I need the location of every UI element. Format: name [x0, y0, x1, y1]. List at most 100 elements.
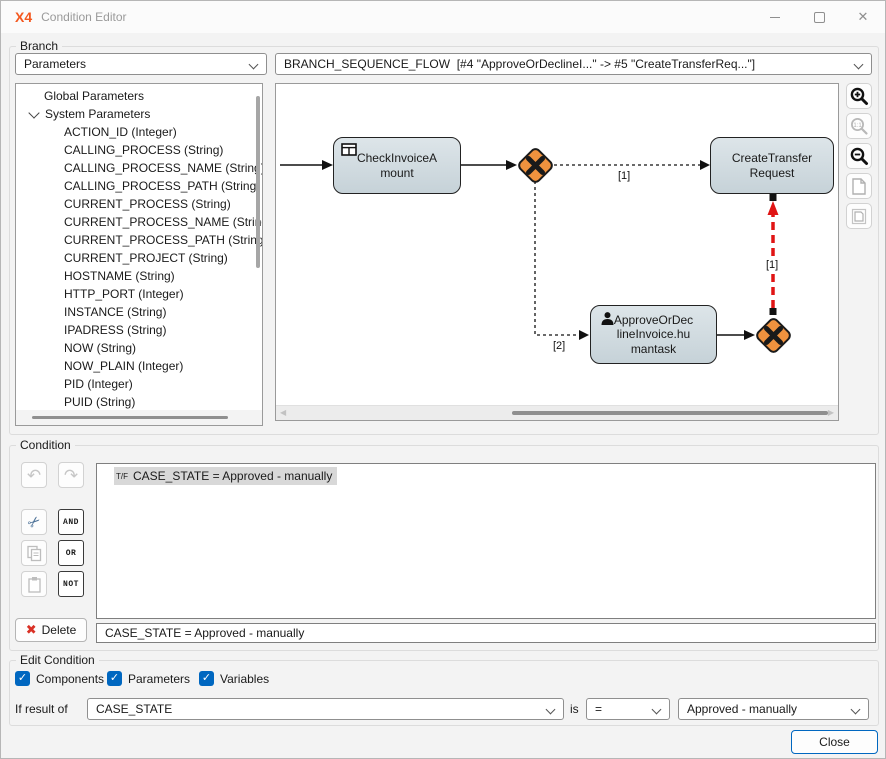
- tree-item[interactable]: ACTION_ID (Integer): [16, 123, 262, 141]
- tf-icon: T/F: [116, 472, 128, 481]
- tree-item[interactable]: HOSTNAME (String): [16, 267, 262, 285]
- operator-select[interactable]: =: [586, 698, 670, 720]
- diagram-connectors: [276, 84, 838, 406]
- cut-button[interactable]: ✂: [21, 509, 47, 535]
- checkbox-checked-icon[interactable]: ✓: [107, 671, 122, 686]
- compare-value: Approved - manually: [687, 702, 797, 716]
- condition-list-item-selected[interactable]: T/F CASE_STATE = Approved - manually: [114, 467, 337, 485]
- exclusive-gateway-icon: [517, 147, 554, 184]
- process-diagram-panel[interactable]: CheckInvoiceA mount CreateTransfer Reque…: [275, 83, 839, 421]
- checkbox-checked-icon[interactable]: ✓: [15, 671, 30, 686]
- paste-button[interactable]: [21, 571, 47, 597]
- zoom-actual-size-button[interactable]: 1:1: [846, 113, 872, 139]
- redo-icon: ↷: [64, 467, 78, 484]
- branch-flow-value: BRANCH_SEQUENCE_FLOW [#4 "ApproveOrDecli…: [284, 57, 755, 71]
- undo-button[interactable]: ↶: [21, 462, 47, 488]
- result-of-value: CASE_STATE: [96, 702, 172, 716]
- tree-item[interactable]: INSTANCE (String): [16, 303, 262, 321]
- checkbox-checked-icon[interactable]: ✓: [199, 671, 214, 686]
- or-operator-button[interactable]: OR: [58, 540, 84, 566]
- branch-flow-select[interactable]: BRANCH_SEQUENCE_FLOW [#4 "ApproveOrDecli…: [275, 53, 872, 75]
- exclusive-gateway-icon: [755, 317, 792, 354]
- tree-item[interactable]: CALLING_PROCESS_NAME (String): [16, 159, 262, 177]
- condition-list[interactable]: T/F CASE_STATE = Approved - manually: [96, 463, 876, 619]
- fit-width-button[interactable]: [846, 203, 872, 229]
- condition-editor-dialog: X4 Condition Editor ✕ Branch Parameters …: [0, 0, 886, 759]
- redo-button[interactable]: ↷: [58, 462, 84, 488]
- titlebar: X4 Condition Editor ✕: [1, 1, 885, 33]
- edit-condition-group-label: Edit Condition: [16, 653, 99, 667]
- edge-label: [1]: [617, 170, 631, 182]
- chevron-expanded-icon[interactable]: [28, 107, 39, 118]
- node-approve-or-decline-invoice[interactable]: ApproveOrDec lineInvoice.hu mantask: [590, 305, 717, 364]
- paste-icon: [26, 576, 43, 593]
- person-icon: [601, 312, 614, 325]
- branch-group-label: Branch: [16, 39, 62, 53]
- tree-item[interactable]: CALLING_PROCESS_PATH (String): [16, 177, 262, 195]
- result-of-select[interactable]: CASE_STATE: [87, 698, 564, 720]
- node-label: CheckInvoiceA mount: [357, 151, 437, 180]
- tree-item[interactable]: CALLING_PROCESS (String): [16, 141, 262, 159]
- is-label: is: [570, 702, 579, 716]
- operator-value: =: [595, 702, 602, 716]
- close-button-label: Close: [819, 735, 850, 749]
- not-operator-button[interactable]: NOT: [58, 571, 84, 597]
- and-operator-button[interactable]: AND: [58, 509, 84, 535]
- window-title: Condition Editor: [41, 10, 126, 24]
- zoom-actual-size-icon: 1:1: [849, 116, 869, 136]
- tree-item[interactable]: CURRENT_PROCESS (String): [16, 195, 262, 213]
- tree-vertical-scrollbar[interactable]: [256, 96, 260, 268]
- diagram-horizontal-scrollbar[interactable]: ◀ ▶: [276, 405, 838, 420]
- scroll-right-icon[interactable]: ▶: [828, 408, 834, 417]
- edge-gateway-to-approve: [535, 181, 589, 340]
- tree-item-system-parameters[interactable]: System Parameters: [16, 105, 262, 123]
- tree-item[interactable]: NOW_PLAIN (Integer): [16, 357, 262, 375]
- tree-item-global-parameters[interactable]: Global Parameters: [16, 87, 262, 105]
- tree-item[interactable]: PID (Integer): [16, 375, 262, 393]
- edge-selected-branch-red: [768, 194, 779, 315]
- maximize-button[interactable]: [797, 1, 841, 33]
- close-button[interactable]: Close: [791, 730, 878, 754]
- tree-item[interactable]: NOW (String): [16, 339, 262, 357]
- checkbox-label: Components: [36, 672, 104, 686]
- tree-horizontal-scrollbar[interactable]: [16, 410, 262, 425]
- parameter-type-value: Parameters: [24, 57, 86, 71]
- node-check-invoice-amount[interactable]: CheckInvoiceA mount: [333, 137, 461, 194]
- svg-text:1:1: 1:1: [853, 123, 862, 129]
- delete-label: Delete: [42, 623, 77, 637]
- fit-width-icon: [851, 208, 867, 225]
- tree-item[interactable]: CURRENT_PROCESS_PATH (String): [16, 231, 262, 249]
- condition-status-text: CASE_STATE = Approved - manually: [105, 626, 304, 640]
- copy-button[interactable]: [21, 540, 47, 566]
- node-create-transfer-request[interactable]: CreateTransfer Request: [710, 137, 834, 194]
- checkbox-parameters[interactable]: ✓ Parameters: [107, 671, 190, 686]
- parameter-type-select[interactable]: Parameters: [15, 53, 267, 75]
- copy-icon: [26, 545, 43, 562]
- tree-item[interactable]: CURRENT_PROJECT (String): [16, 249, 262, 267]
- node-label: CreateTransfer Request: [732, 151, 812, 180]
- checkbox-variables[interactable]: ✓ Variables: [199, 671, 269, 686]
- zoom-out-button[interactable]: [846, 143, 872, 169]
- condition-group-label: Condition: [16, 438, 75, 452]
- zoom-in-button[interactable]: [846, 83, 872, 109]
- x4-logo: X4: [15, 9, 32, 25]
- compare-value-select[interactable]: Approved - manually: [678, 698, 869, 720]
- tree-item[interactable]: IPADRESS (String): [16, 321, 262, 339]
- close-window-button[interactable]: ✕: [841, 1, 885, 33]
- zoom-in-icon: [849, 86, 869, 106]
- delete-button[interactable]: ✖ Delete: [15, 618, 87, 642]
- checkbox-components[interactable]: ✓ Components: [15, 671, 104, 686]
- edge-check-to-gateway: [461, 160, 517, 170]
- chevron-down-icon: [249, 60, 259, 70]
- edge-gateway-to-create-transfer: [554, 160, 710, 170]
- zoom-out-icon: [849, 146, 869, 166]
- edge-into-check-invoice: [280, 160, 333, 170]
- undo-icon: ↶: [27, 467, 41, 484]
- tree-item[interactable]: HTTP_PORT (Integer): [16, 285, 262, 303]
- scroll-left-icon[interactable]: ◀: [280, 408, 286, 417]
- edge-approve-to-gateway2: [717, 330, 755, 340]
- minimize-button[interactable]: [753, 1, 797, 33]
- tree-item[interactable]: CURRENT_PROCESS_NAME (String): [16, 213, 262, 231]
- fit-page-button[interactable]: [846, 173, 872, 199]
- tree-item[interactable]: PUID (String): [16, 393, 262, 411]
